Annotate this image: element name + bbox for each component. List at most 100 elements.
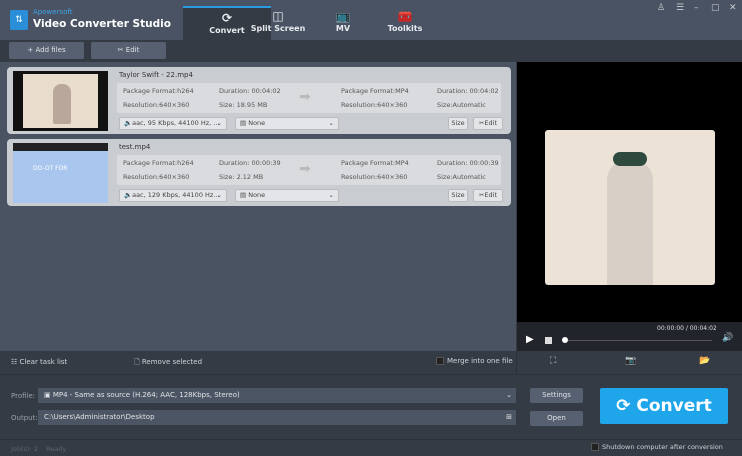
- remove-label: Remove selected: [141, 358, 203, 366]
- size-button[interactable]: Size: [448, 117, 468, 130]
- add-files-button[interactable]: + Add files: [9, 42, 84, 59]
- output-path: C:\Users\Administrator\Desktop: [44, 413, 155, 421]
- output-resolution: Resolution:640×360: [341, 173, 408, 181]
- player-controls: 00:00:00 / 00:04:02 ▶ 🔊: [517, 322, 742, 351]
- settings-button[interactable]: Settings: [530, 388, 583, 403]
- title-bar: ⇅ Apowersoft Video Converter Studio ⟳ Con…: [0, 0, 742, 40]
- file-name: test.mp4: [119, 143, 151, 151]
- browse-folder-icon[interactable]: ⊞: [506, 410, 512, 425]
- folder-open-icon[interactable]: 📂: [699, 356, 710, 366]
- edit-button[interactable]: ✂ Edit: [91, 42, 166, 59]
- item-edit-button[interactable]: ✂Edit: [473, 189, 503, 202]
- open-button[interactable]: Open: [530, 411, 583, 426]
- action-bar: ☷ Clear task list 🗋 Remove selected Merg…: [0, 351, 742, 375]
- profile-icon: ▣: [44, 391, 53, 399]
- item-edit-button[interactable]: ✂Edit: [473, 117, 503, 130]
- output-duration: Duration: 00:00:39: [437, 159, 499, 167]
- subtitle-value: None: [248, 191, 266, 199]
- source-duration: Duration: 00:00:39: [219, 159, 281, 167]
- file-list: Taylor Swift - 22.mp4 Package Format:h26…: [0, 62, 516, 351]
- output-size: Size:Automatic: [437, 101, 486, 109]
- chevron-down-icon: ⌄: [506, 391, 512, 399]
- output-path-input[interactable]: C:\Users\Administrator\Desktop ⊞: [38, 410, 516, 425]
- play-icon[interactable]: ▶: [526, 334, 534, 345]
- user-icon[interactable]: ♙: [657, 3, 665, 13]
- clear-list-icon: ☷: [11, 358, 20, 366]
- source-format: Package Format:h264: [123, 87, 194, 95]
- refresh-icon: ⟳: [616, 396, 637, 416]
- source-size: Size: 2.12 MB: [219, 173, 264, 181]
- profile-value: MP4 - Same as source (H.264; AAC, 128Kbp…: [52, 391, 240, 399]
- file-item[interactable]: Taylor Swift - 22.mp4 Package Format:h26…: [7, 67, 511, 134]
- scissors-icon: ✂: [117, 46, 126, 54]
- volume-icon[interactable]: 🔊: [722, 333, 733, 343]
- jobs-count: Job(s): 2: [11, 445, 38, 453]
- audio-value: aac, 129 Kbps, 44100 Hz...: [132, 191, 220, 199]
- source-size: Size: 18.95 MB: [219, 101, 268, 109]
- source-resolution: Resolution:640×360: [123, 173, 190, 181]
- stop-icon[interactable]: [545, 337, 552, 344]
- subtitle-select[interactable]: ▤ None ⌄: [235, 117, 339, 130]
- seek-handle[interactable]: [562, 337, 568, 343]
- clear-task-list-button[interactable]: ☷ Clear task list: [11, 358, 67, 366]
- source-duration: Duration: 00:04:02: [219, 87, 281, 95]
- audio-track-select[interactable]: 🔈aac, 129 Kbps, 44100 Hz... ⌄: [119, 189, 227, 202]
- camera-icon[interactable]: 📷: [625, 356, 636, 366]
- shutdown-label: Shutdown computer after conversion: [602, 443, 723, 451]
- menu-icon[interactable]: ☰: [676, 3, 684, 13]
- playback-time: 00:00:00 / 00:04:02: [657, 325, 717, 332]
- output-duration: Duration: 00:04:02: [437, 87, 499, 95]
- maximize-icon[interactable]: ▢: [711, 3, 720, 13]
- seek-bar[interactable]: [562, 340, 712, 341]
- app-logo-icon: ⇅: [10, 10, 28, 30]
- shutdown-checkbox[interactable]: Shutdown computer after conversion: [591, 443, 723, 451]
- convert-button[interactable]: ⟳ Convert: [600, 388, 728, 424]
- divider: [516, 351, 517, 375]
- brand-name: Apowersoft: [33, 8, 73, 16]
- arrow-right-icon: ➡: [299, 161, 311, 177]
- checkbox[interactable]: [591, 443, 599, 451]
- tab-label: Split Screen: [250, 24, 306, 33]
- speaker-icon: 🔈: [124, 119, 133, 127]
- edit-label: Edit: [125, 46, 140, 54]
- audio-value: aac, 95 Kbps, 44100 Hz, ...: [132, 119, 220, 127]
- add-files-label: Add files: [35, 46, 66, 54]
- audio-track-select[interactable]: 🔈aac, 95 Kbps, 44100 Hz, ... ⌄: [119, 117, 227, 130]
- edit-label: Edit: [484, 119, 498, 127]
- merge-checkbox[interactable]: Merge into one file: [436, 357, 513, 365]
- tab-label: Toolkits: [387, 24, 423, 33]
- tab-label: MV: [335, 24, 351, 33]
- output-resolution: Resolution:640×360: [341, 101, 408, 109]
- video-preview: [517, 62, 742, 351]
- file-item[interactable]: DO-OT FOR test.mp4 Package Format:h264 D…: [7, 139, 511, 206]
- remove-selected-button[interactable]: 🗋 Remove selected: [134, 358, 202, 369]
- crop-icon[interactable]: ⛶: [550, 356, 556, 366]
- tab-toolkits[interactable]: 🧰 Toolkits: [361, 6, 449, 40]
- toolbar: + Add files ✂ Edit: [0, 40, 742, 62]
- toolbox-icon: 🧰: [397, 9, 413, 23]
- app-title: Video Converter Studio: [33, 18, 171, 30]
- file-name: Taylor Swift - 22.mp4: [119, 71, 193, 79]
- video-frame: [545, 130, 715, 285]
- close-icon[interactable]: ✕: [729, 3, 737, 13]
- chevron-down-icon: ⌄: [216, 119, 222, 127]
- checkbox[interactable]: [436, 357, 444, 365]
- output-size: Size:Automatic: [437, 173, 486, 181]
- file-info: Package Format:h264 Duration: 00:04:02 R…: [117, 83, 501, 113]
- size-button[interactable]: Size: [448, 189, 468, 202]
- profile-select[interactable]: ▣ MP4 - Same as source (H.264; AAC, 128K…: [38, 388, 516, 403]
- subtitle-icon: ▤: [240, 119, 249, 127]
- minimize-icon[interactable]: –: [694, 3, 699, 13]
- divider: [0, 439, 742, 440]
- output-label: Output:: [11, 414, 38, 422]
- subtitle-select[interactable]: ▤ None ⌄: [235, 189, 339, 202]
- arrow-right-icon: ➡: [299, 89, 311, 105]
- file-info: Package Format:h264 Duration: 00:00:39 R…: [117, 155, 501, 185]
- output-settings: Profile: ▣ MP4 - Same as source (H.264; …: [0, 375, 742, 456]
- remove-file-icon: 🗋: [134, 358, 142, 366]
- source-format: Package Format:h264: [123, 159, 194, 167]
- video-thumbnail: [13, 71, 108, 131]
- output-format: Package Format:MP4: [341, 159, 409, 167]
- edit-label: Edit: [484, 191, 498, 199]
- chevron-down-icon: ⌄: [216, 191, 222, 199]
